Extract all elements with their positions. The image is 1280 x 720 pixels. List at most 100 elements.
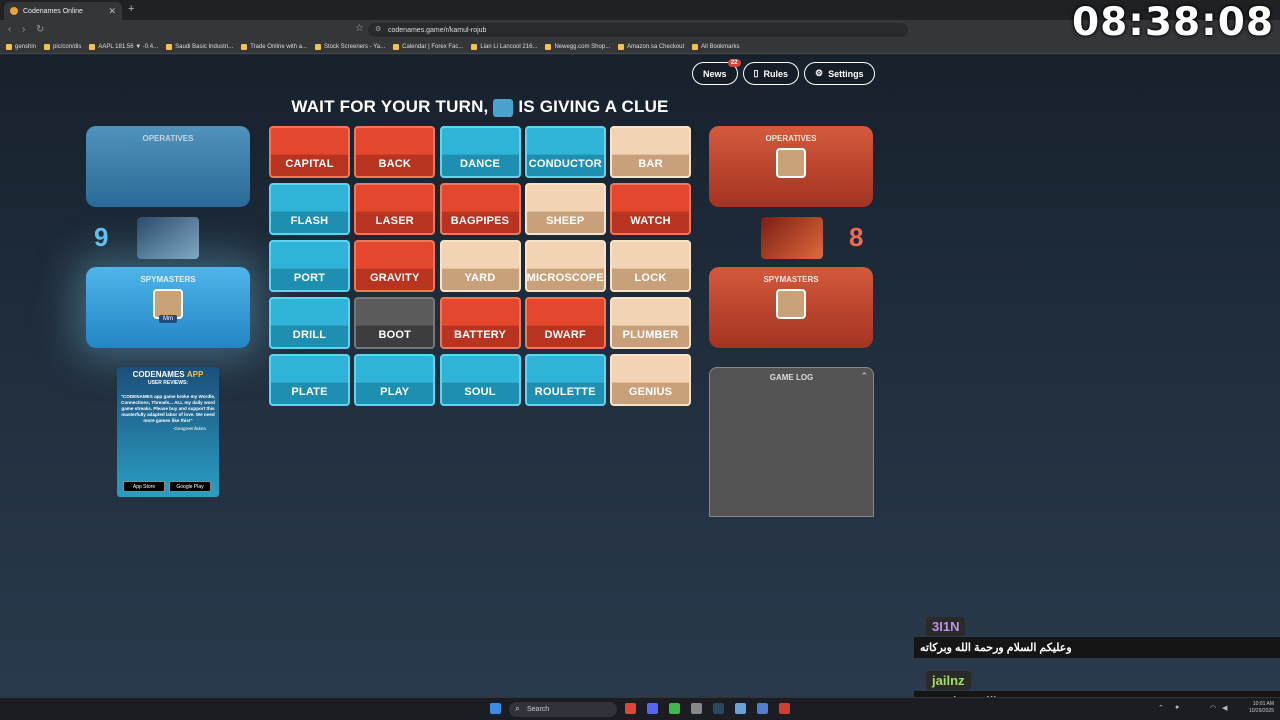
word-card-plumber[interactable]: PLUMBER	[610, 297, 691, 349]
shield-icon[interactable]	[757, 703, 768, 714]
clock-tray[interactable]: 10:01 AM 10/29/2025	[1249, 701, 1274, 714]
word-card-bar[interactable]: BAR	[610, 126, 691, 178]
word-card-drill[interactable]: DRILL	[269, 297, 350, 349]
new-tab-icon[interactable]: +	[128, 3, 134, 15]
bookmark-item[interactable]: pic/con/dis	[44, 43, 81, 50]
chevron-up-icon[interactable]: ⌃	[1158, 704, 1164, 712]
advert-quote: "CODENAMES app game broke my Wordle, Con…	[120, 394, 216, 423]
advert-subtitle: USER REVIEWS:	[147, 380, 188, 386]
word-card-roulette[interactable]: ROULETTE	[524, 354, 606, 406]
red-operatives-panel[interactable]: OPERATIVES	[709, 126, 873, 207]
word-card-back[interactable]: BACK	[354, 126, 436, 178]
word-card-dance[interactable]: DANCE	[439, 126, 521, 178]
word-card-conductor[interactable]: CONDUCTOR	[524, 126, 606, 178]
bookmark-item[interactable]: AAPL 181.56 ▼ -0.4...	[89, 43, 158, 50]
brave-icon[interactable]	[625, 703, 636, 714]
back-arrow-icon[interactable]: ‹	[8, 24, 11, 35]
bookmark-item[interactable]: Lian Li Lancool 216...	[471, 43, 537, 50]
player-avatar	[776, 148, 806, 178]
news-button[interactable]: News 22	[692, 59, 741, 85]
bookmark-item[interactable]: Trade Online with a...	[241, 43, 307, 50]
app-store-button[interactable]: App Store	[123, 481, 165, 492]
bookmark-item[interactable]: All Bookmarks	[692, 43, 740, 50]
overlay-clock: 08:38:08	[1071, 0, 1274, 45]
word-card-port[interactable]: PORT	[269, 240, 350, 292]
start-icon[interactable]	[490, 703, 501, 714]
site-icon	[315, 43, 321, 50]
word-card-watch[interactable]: WATCH	[610, 183, 691, 235]
word-card-sheep[interactable]: SHEEP	[524, 183, 606, 235]
word-card-play[interactable]: PLAY	[354, 354, 436, 406]
word-card-label: CAPITAL	[285, 158, 334, 170]
app-icon[interactable]	[779, 703, 790, 714]
word-card-plate[interactable]: PLATE	[269, 354, 350, 406]
steam-icon[interactable]	[713, 703, 724, 714]
word-board: CAPITAL BACK DANCE CONDUCTOR BAR FLASH LASER BA…	[269, 126, 691, 410]
word-card-label: SOUL	[464, 386, 496, 398]
red-score: 8	[849, 222, 864, 252]
game-log-panel[interactable]: GAME LOG ⌃	[709, 367, 874, 517]
word-card-laser[interactable]: LASER	[354, 183, 436, 235]
reload-icon[interactable]: ↻	[36, 24, 44, 35]
taskbar-search[interactable]: Search	[509, 702, 617, 717]
blue-spymasters-title: SPYMASTERS	[140, 275, 196, 284]
site-icon	[393, 43, 400, 50]
word-card-label: LASER	[375, 215, 414, 227]
forward-arrow-icon[interactable]: ›	[22, 24, 25, 35]
bookmark-item[interactable]: Amazon.sa Checkout	[618, 43, 684, 50]
chat-message: 3I1N وعليكم السلام ورحمة الله وبركاته	[914, 617, 1280, 658]
mic-icon[interactable]: ●	[1175, 704, 1179, 711]
discord-icon[interactable]	[647, 703, 658, 714]
word-card-label: LOCK	[634, 272, 667, 284]
word-card-gravity[interactable]: GRAVITY	[354, 240, 436, 292]
word-card-label: BATTERY	[453, 329, 507, 341]
blue-operatives-panel[interactable]: OPERATIVES	[86, 126, 250, 207]
word-card-capital[interactable]: CAPITAL	[269, 126, 350, 178]
word-card-label: CONDUCTOR	[528, 158, 602, 170]
bookmark-star-icon[interactable]: ☆	[355, 23, 364, 34]
word-card-bagpipes[interactable]: BAGPIPES	[439, 183, 521, 235]
player-avatar	[776, 289, 806, 319]
advert-title: CODENAMES APP	[132, 370, 204, 379]
word-card-yard[interactable]: YARD	[439, 240, 521, 292]
chevron-up-icon[interactable]: ⌃	[860, 371, 868, 382]
wifi-icon[interactable]: ◠	[1210, 704, 1216, 712]
google-play-button[interactable]: Google Play	[169, 481, 211, 492]
bookmark-item[interactable]: genshin	[6, 43, 36, 50]
browser-tab[interactable]: Codenames Online ✕	[4, 2, 122, 20]
app-icon[interactable]	[691, 703, 702, 714]
word-card-dwarf[interactable]: DWARF	[524, 297, 606, 349]
word-card-label: DANCE	[459, 158, 501, 170]
word-card-flash[interactable]: FLASH	[269, 183, 350, 235]
close-tab-icon[interactable]: ✕	[108, 6, 116, 17]
codenames-favicon-icon	[10, 7, 18, 15]
word-card-label: GRAVITY	[370, 272, 420, 284]
blue-spymasters-panel[interactable]: SPYMASTERS Mm	[86, 267, 250, 348]
word-card-label: FLASH	[290, 215, 329, 227]
app-advert[interactable]: CODENAMES APP USER REVIEWS: "CODENAMES a…	[117, 367, 219, 497]
xbox-icon[interactable]	[669, 703, 680, 714]
word-card-soul[interactable]: SOUL	[439, 354, 521, 406]
bookmark-item[interactable]: Newegg.com Shop...	[545, 43, 610, 50]
volume-icon[interactable]: ◀	[1222, 704, 1227, 712]
word-card-lock[interactable]: LOCK	[610, 240, 691, 292]
url-field[interactable]: ⚙ codenames.game/r/kamul-rojub	[368, 23, 908, 37]
word-card-genius[interactable]: GENIUS	[610, 354, 691, 406]
blue-score: 9	[94, 222, 109, 252]
word-card-boot[interactable]: BOOT	[354, 297, 436, 349]
word-card-battery[interactable]: BATTERY	[439, 297, 521, 349]
bookmark-item[interactable]: Stock Screeners - Ya...	[315, 43, 385, 50]
news-badge: 22	[727, 59, 741, 67]
bookmark-item[interactable]: Calendar | Forex Fac...	[393, 43, 463, 50]
app-icon[interactable]	[735, 703, 746, 714]
bookmark-item[interactable]: Saudi Basic Industri...	[166, 43, 233, 50]
rules-button[interactable]: ▯ Rules	[742, 62, 799, 85]
word-card-label: YARD	[464, 272, 496, 284]
red-spymasters-panel[interactable]: SPYMASTERS	[709, 267, 873, 348]
word-card-microscope[interactable]: MICROSCOPE	[524, 240, 606, 292]
site-icon	[545, 43, 552, 50]
settings-button[interactable]: ⚙ Settings	[803, 62, 875, 85]
spymaster-avatar-icon	[493, 98, 514, 117]
site-info-icon[interactable]: ⚙	[375, 25, 381, 33]
chat-username: 3I1N	[926, 617, 966, 636]
